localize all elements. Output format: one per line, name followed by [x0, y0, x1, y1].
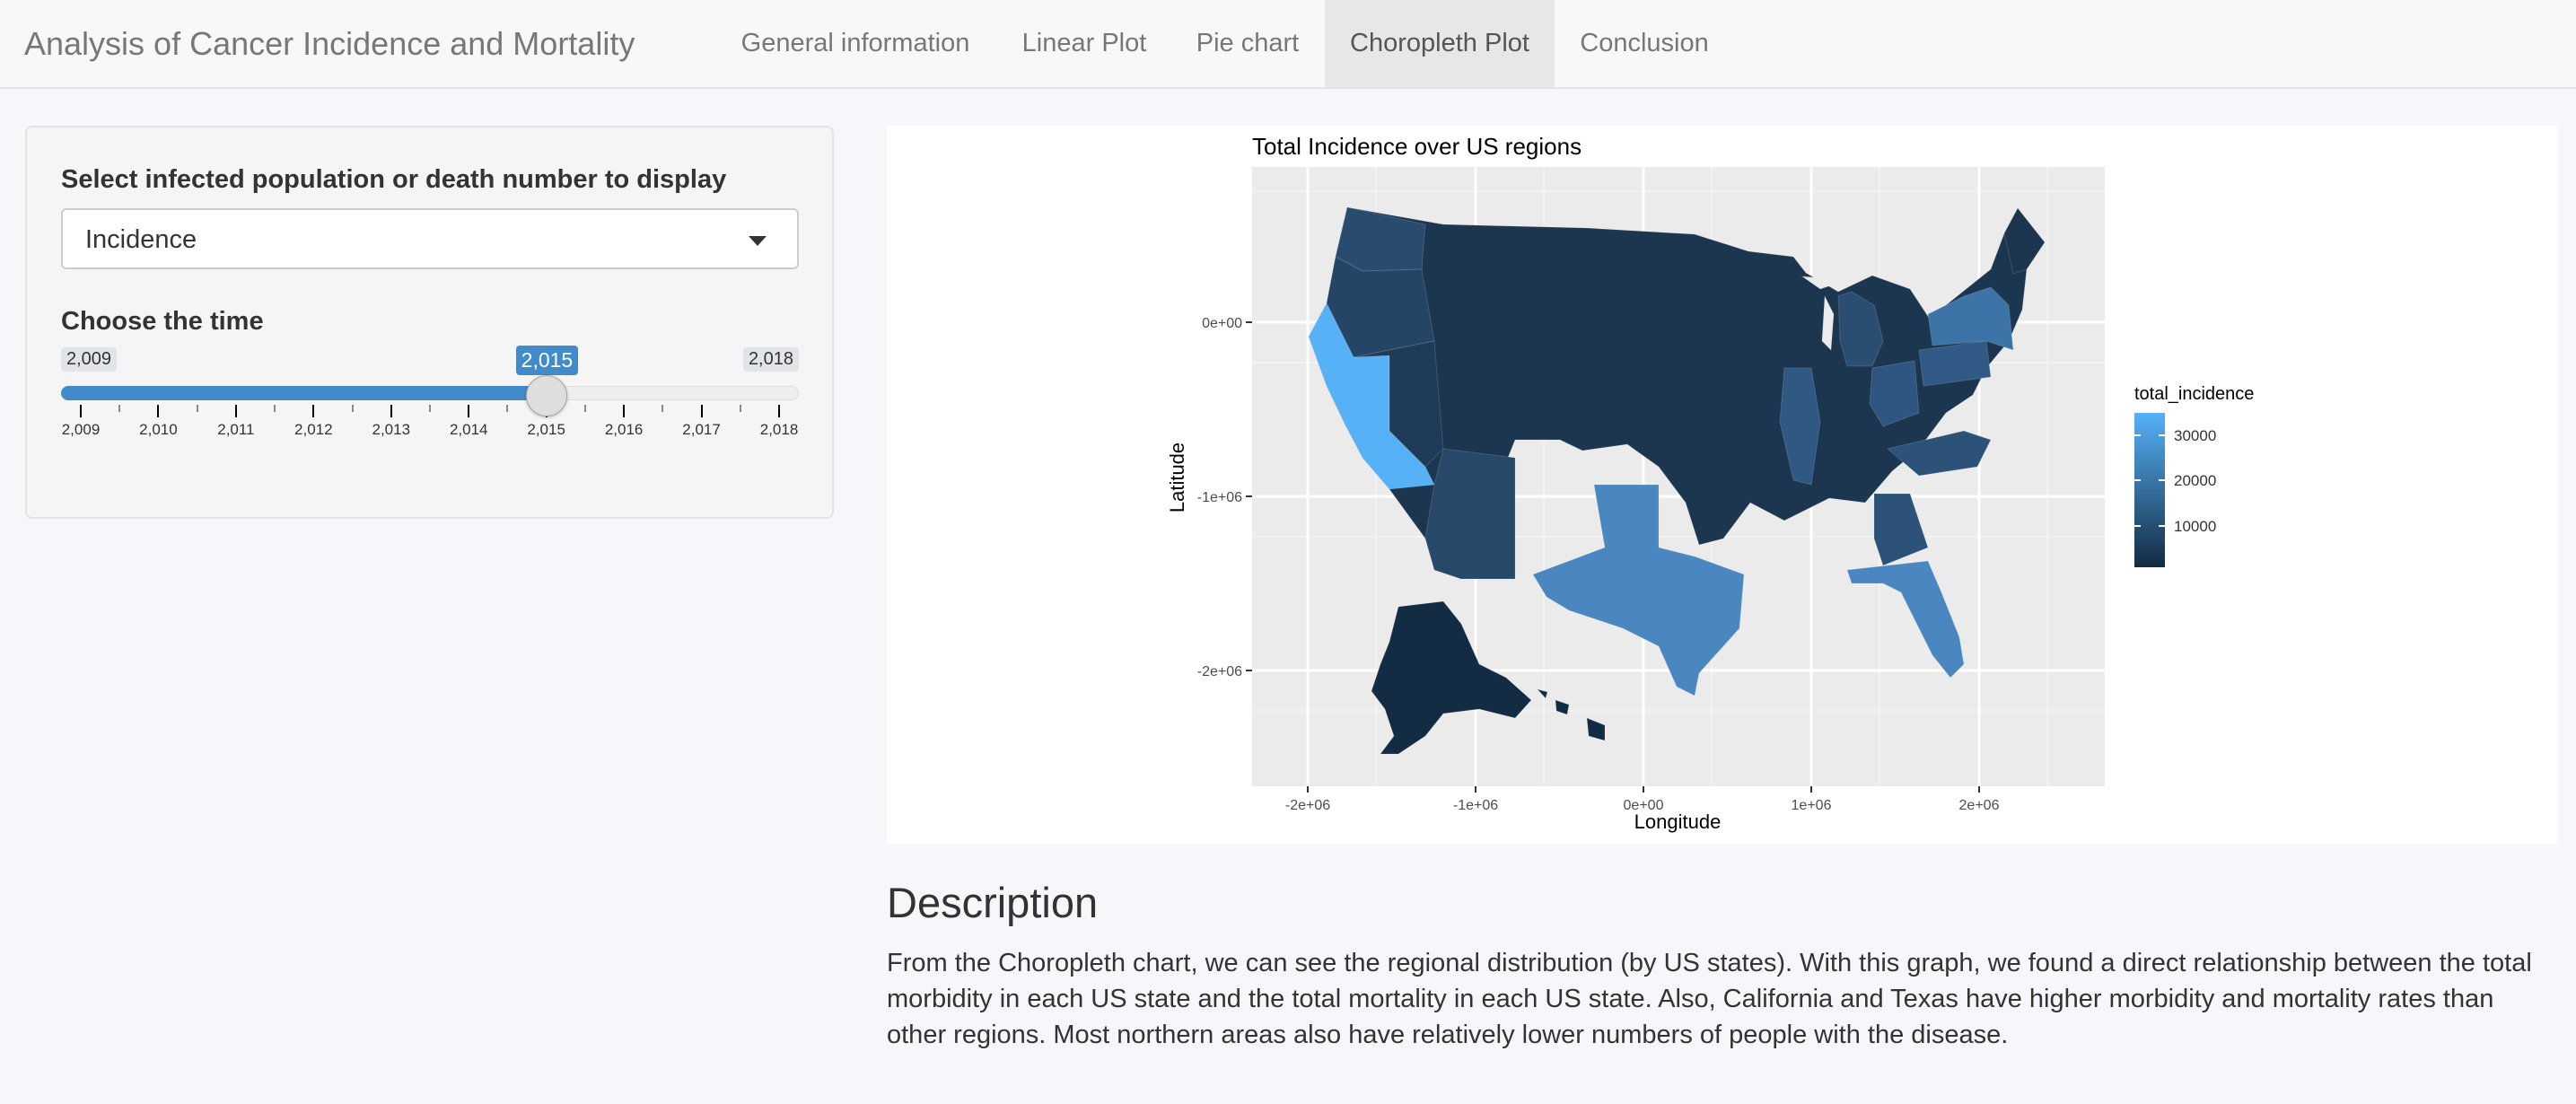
- app-title: Analysis of Cancer Incidence and Mortali…: [24, 25, 635, 62]
- slider-minor-tick: [196, 405, 198, 412]
- y-axis-title: Latitude: [1166, 442, 1188, 513]
- slider-tick-label: 2,012: [294, 421, 333, 438]
- select-value: Incidence: [85, 225, 197, 254]
- slider-minor-tick: [118, 405, 121, 412]
- sidebar-panel: Select infected population or death numb…: [25, 126, 834, 519]
- slider-bar: [61, 386, 547, 400]
- slider-tick: [80, 405, 82, 417]
- slider-tick: [157, 405, 160, 417]
- chevron-down-icon: [749, 236, 767, 246]
- slider-minor-tick: [429, 405, 431, 412]
- description-title: Description: [887, 879, 1099, 926]
- measure-select[interactable]: Incidence: [61, 208, 799, 269]
- slider-min-label: 2,009: [61, 347, 118, 372]
- select-label: Select infected population or death numb…: [61, 165, 727, 194]
- slider-minor-tick: [662, 405, 664, 412]
- slider-tick: [312, 405, 315, 417]
- y-tick-label: -1e+06: [1197, 490, 1242, 505]
- tab-pie-chart[interactable]: Pie chart: [1176, 0, 1319, 87]
- slider-tick: [778, 405, 780, 417]
- description-text: From the Choropleth chart, we can see th…: [887, 949, 2532, 1049]
- slider-tick: [390, 405, 392, 417]
- x-tick-label: 1e+06: [1792, 798, 1832, 813]
- tab-linear-plot[interactable]: Linear Plot: [996, 0, 1172, 87]
- slider-tick-label: 2,009: [61, 421, 101, 438]
- tab-conclusion[interactable]: Conclusion: [1562, 0, 1727, 87]
- x-tick-label: 2e+06: [1959, 798, 2000, 813]
- slider-minor-tick: [739, 405, 741, 412]
- slider-max-label: 2,018: [742, 347, 799, 372]
- year-slider[interactable]: 2,009 2,018 2,015 2,009 2,010 2,011 2,012 2,…: [61, 346, 799, 455]
- slider-tick-label: 2,018: [759, 421, 799, 438]
- x-tick-label: -1e+06: [1453, 798, 1498, 813]
- chart-title: Total Incidence over US regions: [1252, 133, 1582, 160]
- slider-value-label: 2,015: [515, 346, 579, 375]
- x-axis-title: Longitude: [1634, 810, 1722, 833]
- y-tick-label: -2e+06: [1197, 664, 1242, 679]
- x-tick-label: -2e+06: [1285, 798, 1330, 813]
- legend-labels: 30000 20000 10000: [2174, 427, 2216, 535]
- choropleth-svg: Total Incidence over US regions 0e+00 -1…: [1166, 133, 2254, 833]
- legend-title: total_incidence: [2134, 384, 2254, 404]
- slider-label: Choose the time: [61, 307, 264, 336]
- slider-tick-label: 2,011: [217, 421, 255, 438]
- slider-tick: [468, 405, 470, 417]
- slider-tick: [623, 405, 626, 417]
- slider-tick: [700, 405, 703, 417]
- slider-tick-label: 2,013: [372, 421, 411, 438]
- slider-tick-label: 2,017: [682, 421, 721, 438]
- y-tick-label: 0e+00: [1202, 316, 1242, 331]
- choropleth-plot: Total Incidence over US regions 0e+00 -1…: [887, 126, 2558, 844]
- slider-handle[interactable]: [525, 375, 567, 416]
- navbar: Analysis of Cancer Incidence and Mortali…: [0, 0, 2576, 89]
- slider-tick: [234, 405, 237, 417]
- slider-tick-label: 2,010: [139, 421, 178, 438]
- state-arizona: [1424, 448, 1516, 580]
- x-axis: -2e+06 -1e+06 0e+00 1e+06 2e+06: [1285, 786, 2000, 813]
- slider-tick-label: 2,015: [527, 421, 565, 438]
- slider-tick-label: 2,016: [604, 421, 644, 438]
- legend-label: 10000: [2174, 518, 2216, 535]
- y-axis: 0e+00 -1e+06 -2e+06: [1197, 316, 1252, 679]
- tab-general-information[interactable]: General information: [723, 0, 987, 87]
- legend-label: 30000: [2174, 427, 2216, 444]
- slider-minor-tick: [506, 405, 509, 412]
- tab-choropleth-plot[interactable]: Choropleth Plot: [1325, 0, 1555, 87]
- slider-minor-tick: [351, 405, 354, 412]
- legend-label: 20000: [2174, 472, 2216, 489]
- slider-minor-tick: [274, 405, 276, 412]
- slider-minor-tick: [583, 405, 586, 412]
- slider-tick-label: 2,014: [449, 421, 488, 438]
